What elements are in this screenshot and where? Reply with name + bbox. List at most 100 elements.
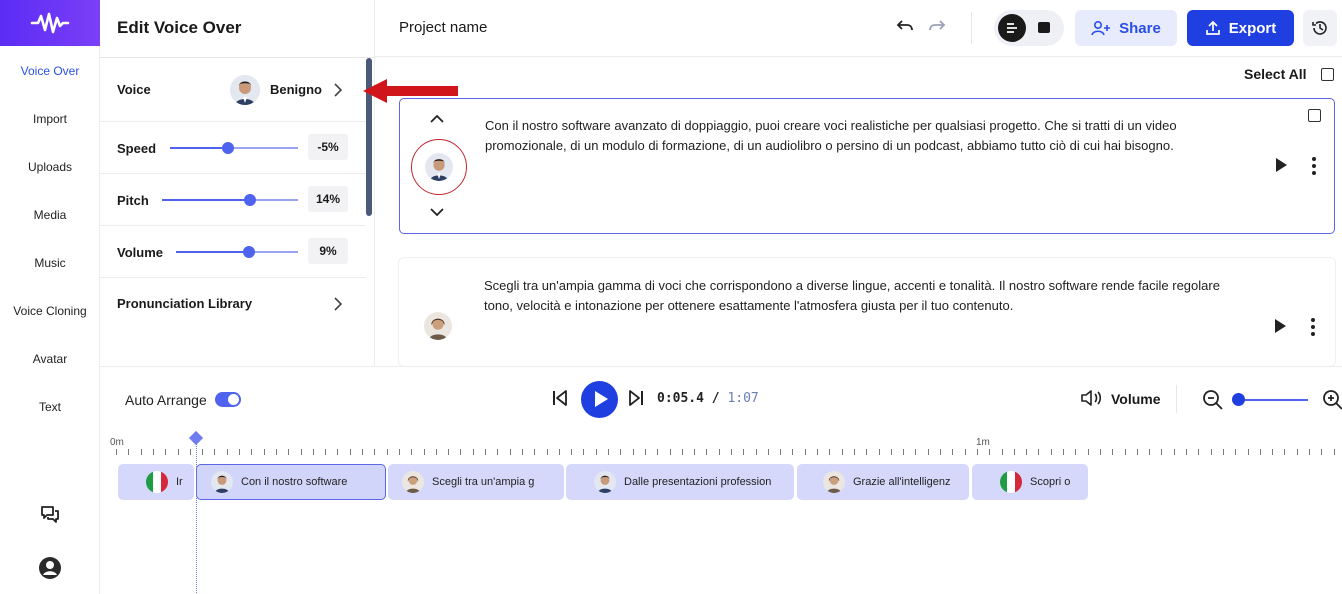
pitch-value[interactable]: 14%	[308, 186, 348, 212]
align-icon[interactable]	[998, 14, 1026, 42]
clip-label: Grazie all'intelligenz	[853, 476, 951, 488]
ruler-tick	[854, 449, 855, 455]
ruler-tick	[1309, 449, 1310, 455]
ruler-tick	[1088, 449, 1089, 455]
speed-value[interactable]: -5%	[308, 134, 348, 160]
panel-title: Edit Voice Over	[117, 18, 242, 37]
card-avatar[interactable]	[424, 312, 452, 340]
zoom-in-icon[interactable]	[1322, 389, 1342, 411]
ruler-tick	[891, 449, 892, 455]
history-button[interactable]	[1303, 10, 1337, 46]
ruler-tick	[866, 449, 867, 455]
volume-label[interactable]: Volume	[1111, 391, 1161, 407]
ruler-label-start: 0m	[110, 437, 124, 448]
ruler-tick	[670, 449, 671, 455]
skip-back-icon[interactable]	[552, 389, 568, 407]
more-icon[interactable]	[1311, 318, 1315, 336]
ruler-tick	[1272, 449, 1273, 455]
nav-item-voice-cloning[interactable]: Voice Cloning	[0, 304, 100, 318]
ruler-tick	[1075, 449, 1076, 455]
ruler-tick	[1137, 449, 1138, 455]
skip-forward-icon[interactable]	[628, 389, 644, 407]
play-button[interactable]	[581, 381, 618, 418]
redo-icon[interactable]	[926, 15, 948, 37]
ruler-tick	[399, 449, 400, 455]
card-text[interactable]: Con il nostro software avanzato di doppi…	[485, 116, 1245, 156]
ruler-tick	[829, 449, 830, 455]
timeline-clip[interactable]: Grazie all'intelligenz	[797, 464, 969, 500]
square-icon[interactable]	[1038, 22, 1050, 33]
speaker-icon[interactable]	[1080, 389, 1104, 407]
volume-value[interactable]: 9%	[308, 238, 348, 264]
divider	[1176, 385, 1177, 413]
ruler-tick	[1051, 449, 1052, 455]
zoom-slider-knob[interactable]	[1232, 393, 1245, 406]
view-toggle[interactable]	[994, 10, 1064, 46]
timeline-clip[interactable]: Dalle presentazioni profession	[566, 464, 794, 500]
user-icon[interactable]	[38, 556, 62, 580]
nav-item-import[interactable]: Import	[0, 112, 100, 126]
zoom-out-icon[interactable]	[1202, 389, 1224, 411]
voice-card[interactable]: Scegli tra un'ampia gamma di voci che co…	[399, 258, 1335, 366]
timeline-clip[interactable]: Scegli tra un'ampia g	[388, 464, 564, 500]
pitch-slider-knob[interactable]	[244, 194, 257, 206]
play-icon[interactable]	[1276, 158, 1287, 172]
undo-icon[interactable]	[894, 15, 916, 37]
card-text[interactable]: Scegli tra un'ampia gamma di voci che co…	[484, 276, 1244, 316]
timeline-clip[interactable]: Ir	[118, 464, 194, 500]
volume-slider-knob[interactable]	[243, 246, 256, 258]
ruler-tick	[571, 449, 572, 455]
ruler-tick	[1235, 449, 1236, 455]
ruler-tick	[977, 449, 978, 455]
ruler-tick	[153, 449, 154, 455]
nav-item-avatar[interactable]: Avatar	[0, 352, 100, 366]
ruler-tick	[657, 449, 658, 455]
ruler-tick	[190, 449, 191, 455]
nav-item-media[interactable]: Media	[0, 208, 100, 222]
nav-item-music[interactable]: Music	[0, 256, 100, 270]
play-icon[interactable]	[1275, 319, 1286, 333]
speed-row: Speed -5%	[100, 122, 366, 174]
speed-slider-knob[interactable]	[221, 142, 234, 154]
ruler-tick	[608, 449, 609, 455]
ruler-tick	[743, 449, 744, 455]
select-all-checkbox[interactable]	[1321, 68, 1334, 81]
ruler-tick	[460, 449, 461, 455]
clip-avatar	[402, 471, 424, 493]
nav-item-voice-over[interactable]: Voice Over	[0, 64, 100, 78]
timeline-clip[interactable]: Con il nostro software	[196, 464, 386, 500]
zoom-slider[interactable]	[1238, 399, 1308, 401]
chevron-down-icon[interactable]	[430, 207, 444, 217]
timeline-ruler[interactable]: 0m 1m	[100, 437, 1342, 467]
chat-icon[interactable]	[38, 503, 62, 527]
more-icon[interactable]	[1312, 157, 1316, 175]
ruler-tick	[1223, 449, 1224, 455]
speed-slider[interactable]	[170, 142, 298, 154]
volume-slider[interactable]	[176, 246, 298, 258]
share-button[interactable]: Share	[1075, 10, 1177, 46]
card-avatar[interactable]	[425, 153, 453, 181]
voice-card[interactable]: Con il nostro software avanzato di doppi…	[399, 98, 1335, 234]
card-checkbox[interactable]	[1308, 109, 1321, 122]
clip-label: Ir	[176, 476, 183, 488]
ruler-tick	[965, 449, 966, 455]
clip-label: Scegli tra un'ampia g	[432, 476, 535, 488]
pitch-slider[interactable]	[162, 194, 298, 206]
auto-arrange-toggle[interactable]	[215, 392, 241, 407]
top-bar: Project name Share Export	[375, 0, 1342, 57]
logo[interactable]	[0, 0, 100, 46]
nav-item-uploads[interactable]: Uploads	[0, 160, 100, 174]
timeline-clip[interactable]: Scopri o	[972, 464, 1088, 500]
select-all-label[interactable]: Select All	[1244, 66, 1307, 82]
ruler-tick	[141, 449, 142, 455]
export-button[interactable]: Export	[1187, 10, 1294, 46]
project-name[interactable]: Project name	[399, 19, 487, 36]
ruler-tick	[768, 449, 769, 455]
voice-row[interactable]: Voice Benigno	[100, 58, 366, 122]
pronunciation-row[interactable]: Pronunciation Library	[100, 278, 366, 330]
nav-item-text[interactable]: Text	[0, 400, 100, 414]
slider-fill	[170, 147, 228, 149]
chevron-up-icon[interactable]	[430, 114, 444, 124]
pronunciation-label: Pronunciation Library	[117, 296, 253, 311]
upload-icon	[1205, 20, 1220, 35]
